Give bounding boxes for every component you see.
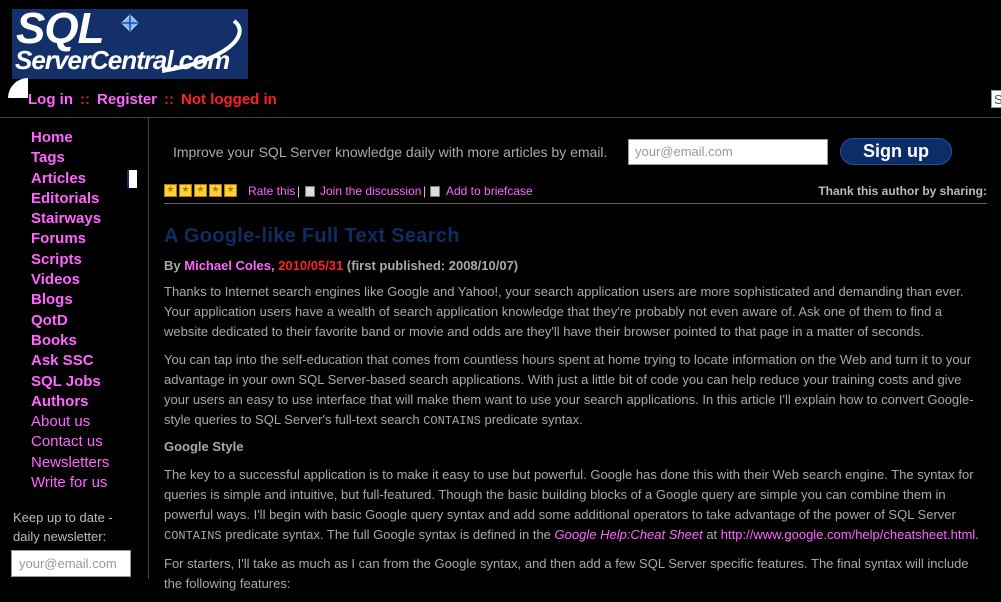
sign-up-button[interactable]: Sign up bbox=[840, 138, 952, 165]
article-paragraph: You can tap into the self-education that… bbox=[164, 350, 988, 431]
sidebar-item-authors[interactable]: Authors bbox=[31, 393, 89, 410]
sidebar-item-ask-ssc[interactable]: Ask SSC bbox=[31, 352, 94, 369]
inline-code: CONTAINS bbox=[423, 414, 481, 428]
article-body: A Google-like Full Text Search By Michae… bbox=[164, 224, 988, 602]
newsletter-prompt: Keep up to date - daily newsletter: bbox=[13, 508, 113, 546]
login-status: Not logged in bbox=[181, 91, 277, 108]
paragraph-text: . bbox=[975, 527, 979, 542]
sidebar-item-contact-us[interactable]: Contact us bbox=[31, 433, 103, 450]
sidebar-item-write-for-us[interactable]: Write for us bbox=[31, 474, 107, 491]
search-input[interactable]: S bbox=[991, 90, 1001, 108]
article-byline: By Michael Coles, 2010/05/31 (first publ… bbox=[164, 256, 988, 276]
join-discussion-link[interactable]: Join the discussion bbox=[320, 183, 421, 199]
newsletter-prompt-line2: daily newsletter: bbox=[13, 529, 107, 544]
nav-separator: :: bbox=[80, 91, 90, 108]
sidebar-nav: Home Tags Articles Editorials Stairways … bbox=[31, 128, 109, 493]
sidebar-item-newsletters[interactable]: Newsletters bbox=[31, 454, 109, 471]
sidebar-item-videos[interactable]: Videos bbox=[31, 271, 80, 288]
star-icon[interactable]: ★ bbox=[209, 184, 222, 197]
toolbar-separator: | bbox=[297, 184, 301, 198]
cheat-sheet-link[interactable]: Google Help:Cheat Sheet bbox=[555, 527, 703, 542]
paragraph-text: predicate syntax. The full Google syntax… bbox=[225, 527, 551, 542]
email-input[interactable]: your@email.com bbox=[628, 139, 828, 165]
sidebar-item-blogs[interactable]: Blogs bbox=[31, 291, 73, 308]
sidebar-item-qotd[interactable]: QotD bbox=[31, 312, 68, 329]
rating-stars[interactable]: ★ ★ ★ ★ ★ bbox=[164, 184, 239, 200]
sidebar-item-scripts[interactable]: Scripts bbox=[31, 251, 82, 268]
toolbar-divider bbox=[164, 203, 987, 204]
sidebar-item-forums[interactable]: Forums bbox=[31, 230, 86, 247]
login-link[interactable]: Log in bbox=[28, 91, 73, 108]
sidebar-item-articles[interactable]: Articles bbox=[31, 170, 86, 187]
first-published: (first published: 2008/10/07) bbox=[346, 258, 519, 273]
header-corner bbox=[8, 78, 28, 98]
article-toolbar: ★ ★ ★ ★ ★ Rate this | Join the discussion | … bbox=[164, 183, 987, 199]
star-icon[interactable]: ★ bbox=[179, 184, 192, 197]
cheat-sheet-url-link[interactable]: http://www.google.com/help/cheatsheet.ht… bbox=[721, 527, 975, 542]
sidebar-item-tags[interactable]: Tags bbox=[31, 149, 65, 166]
newsletter-prompt-line1: Keep up to date - bbox=[13, 510, 113, 525]
paragraph-text: at bbox=[706, 527, 718, 542]
share-prompt: Thank this author by sharing: bbox=[818, 184, 987, 198]
sidebar-item-stairways[interactable]: Stairways bbox=[31, 210, 101, 227]
star-icon[interactable]: ★ bbox=[194, 184, 207, 197]
byline-comma: , bbox=[270, 258, 275, 273]
nav-separator: :: bbox=[164, 91, 175, 108]
section-heading: Google Style bbox=[164, 439, 244, 454]
sidebar-item-editorials[interactable]: Editorials bbox=[31, 190, 99, 207]
star-icon[interactable]: ★ bbox=[164, 184, 177, 197]
sidebar-item-books[interactable]: Books bbox=[31, 332, 77, 349]
sidebar-item-sql-jobs[interactable]: SQL Jobs bbox=[31, 373, 101, 390]
logo-text-servercentral: ServerCentral.com bbox=[15, 45, 230, 75]
add-to-briefcase-link[interactable]: Add to briefcase bbox=[446, 183, 533, 199]
inline-code: CONTAINS bbox=[164, 529, 222, 543]
article-title: A Google-like Full Text Search bbox=[164, 225, 460, 247]
article-paragraph: For starters, I'll take as much as I can… bbox=[164, 556, 969, 591]
author-link[interactable]: Michael Coles bbox=[184, 258, 271, 273]
rate-this-link[interactable]: Rate this bbox=[248, 183, 295, 199]
header-divider bbox=[0, 117, 1001, 118]
byline-by: By bbox=[164, 258, 181, 273]
paragraph-text: The key to a successful application is t… bbox=[164, 467, 974, 522]
newsletter-promo-text: Improve your SQL Server knowledge daily … bbox=[173, 144, 608, 160]
publish-date: 2010/05/31 bbox=[278, 258, 344, 273]
toolbar-separator: | bbox=[423, 184, 427, 198]
briefcase-icon bbox=[430, 186, 440, 197]
article-paragraph: Thanks to Internet search engines like G… bbox=[164, 284, 964, 339]
paragraph-text: predicate syntax. bbox=[484, 412, 583, 427]
sidebar-item-about-us[interactable]: About us bbox=[31, 413, 90, 430]
register-link[interactable]: Register bbox=[97, 91, 157, 108]
top-nav: Log in:: Register:: Not logged in bbox=[28, 91, 277, 109]
sidebar-email-input[interactable]: your@email.com bbox=[11, 550, 131, 577]
site-logo[interactable]: SQL ServerCentral.com bbox=[12, 9, 248, 79]
sidebar-collapse-handle[interactable] bbox=[127, 170, 137, 188]
discussion-icon bbox=[305, 186, 315, 197]
sidebar-divider bbox=[148, 117, 149, 579]
sidebar-item-home[interactable]: Home bbox=[31, 129, 73, 146]
star-icon[interactable]: ★ bbox=[224, 184, 237, 197]
article-paragraph: The key to a successful application is t… bbox=[164, 465, 988, 546]
